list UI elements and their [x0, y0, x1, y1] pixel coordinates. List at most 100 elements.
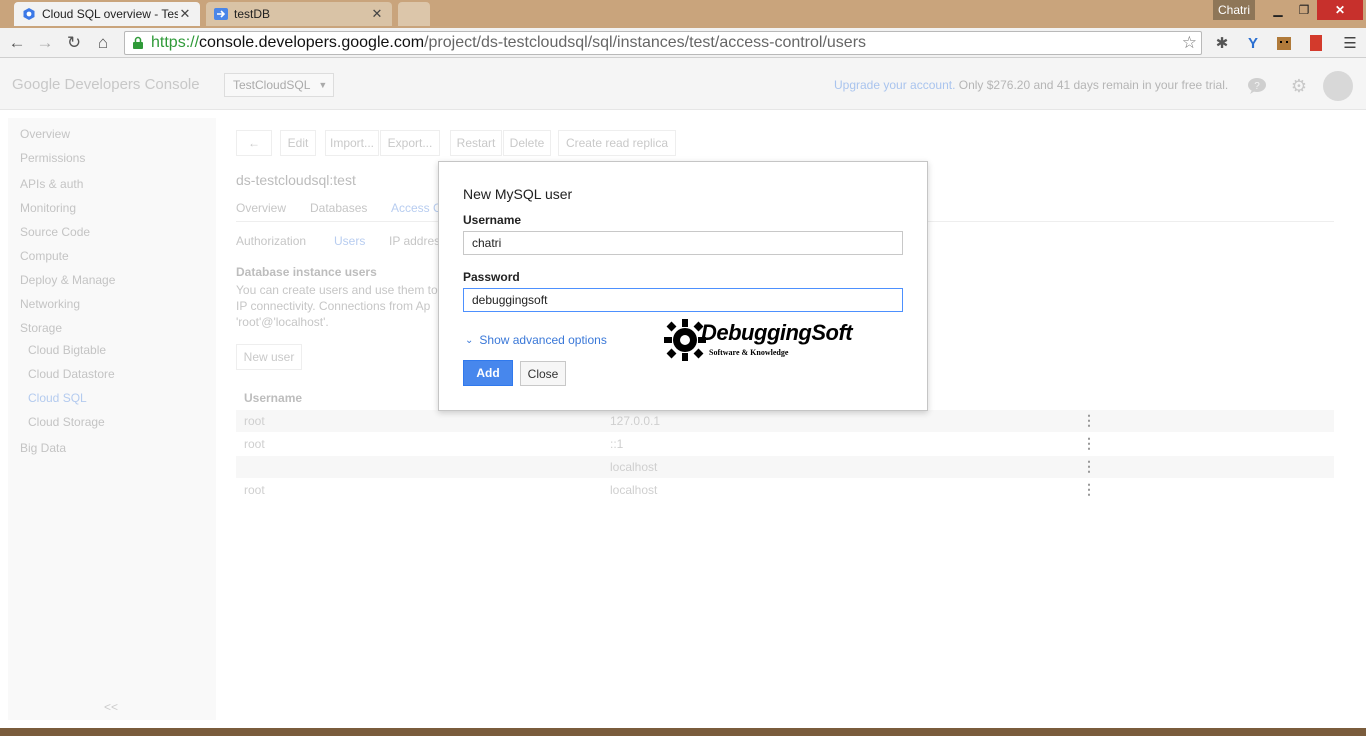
feedback-bubble-icon[interactable]: ? [1247, 76, 1267, 96]
subtab-users[interactable]: Users [334, 234, 365, 248]
upgrade-account-link[interactable]: Upgrade your account. [834, 78, 955, 92]
tab-testdb[interactable]: testDB ✕ [206, 2, 392, 26]
cell-username: root [244, 437, 265, 451]
table-row: root ::1 ⋮ [236, 433, 1334, 455]
console-header: Google Developers Console TestCloudSQL ▼… [0, 58, 1366, 110]
sidebar-nav: Overview Permissions APIs & auth Monitor… [8, 118, 216, 720]
advanced-options-label: Show advanced options [479, 333, 607, 347]
sidebar-item-storage[interactable]: Storage [20, 321, 62, 335]
restart-button[interactable]: Restart [450, 130, 502, 156]
sidebar-item-overview[interactable]: Overview [20, 127, 70, 141]
chevron-down-icon: ⌄ [465, 334, 474, 346]
os-taskbar [0, 728, 1366, 736]
console-brand[interactable]: Google Developers Console [12, 76, 200, 93]
export-button[interactable]: Export... [380, 130, 440, 156]
settings-gear-icon[interactable]: ⚙ [1289, 76, 1309, 96]
trial-remaining-text: Only $276.20 and 41 days remain in your … [955, 78, 1229, 92]
sidebar-item-cloud-storage[interactable]: Cloud Storage [28, 415, 105, 429]
show-advanced-options-link[interactable]: ⌄ Show advanced options [465, 333, 607, 347]
row-menu-icon[interactable]: ⋮ [1082, 435, 1096, 452]
lock-icon [131, 36, 145, 50]
sidebar-item-deploy-manage[interactable]: Deploy & Manage [20, 273, 115, 287]
close-tab-icon[interactable]: ✕ [370, 6, 384, 22]
close-tab-icon[interactable]: ✕ [178, 6, 192, 22]
subtab-authorization[interactable]: Authorization [236, 234, 306, 248]
book-extension-icon[interactable] [1306, 33, 1326, 53]
tab-cloud-sql-overview[interactable]: Cloud SQL overview - Test ✕ [14, 2, 200, 26]
section-desc-line: 'root'@'localhost'. [236, 315, 329, 329]
add-button[interactable]: Add [463, 360, 513, 386]
tab-overview[interactable]: Overview [236, 201, 286, 215]
bookmark-star-icon[interactable]: ☆ [1182, 33, 1197, 53]
address-bar[interactable]: https://console.developers.google.com/pr… [124, 31, 1202, 55]
collapse-sidebar-icon[interactable]: << [104, 700, 118, 714]
forward-arrow-icon[interactable]: → [34, 32, 56, 54]
cell-host: 127.0.0.1 [610, 414, 661, 428]
project-selector[interactable]: TestCloudSQL ▼ [224, 73, 334, 97]
instance-title: ds-testcloudsql:test [236, 172, 356, 188]
watermark-tagline: Software & Knowledge [709, 348, 789, 357]
back-button[interactable]: ← [236, 130, 272, 156]
cell-username: root [244, 414, 265, 428]
debuggingsoft-watermark: DebuggingSoft Software & Knowledge [663, 318, 853, 366]
new-mysql-user-dialog: New MySQL user Username Password ⌄ Show … [438, 161, 928, 411]
row-menu-icon[interactable]: ⋮ [1082, 412, 1096, 429]
browser-titlebar: Cloud SQL overview - Test ✕ testDB ✕ Cha… [0, 0, 1366, 28]
cell-host: localhost [610, 483, 658, 497]
row-menu-icon[interactable]: ⋮ [1082, 481, 1096, 498]
edit-button[interactable]: Edit [280, 130, 316, 156]
delete-button[interactable]: Delete [503, 130, 551, 156]
sidebar-item-permissions[interactable]: Permissions [20, 151, 85, 165]
url-path: /project/ds-testcloudsql/sql/instances/t… [424, 34, 867, 51]
cloud-hexagon-icon [22, 7, 36, 21]
sidebar-item-big-data[interactable]: Big Data [20, 441, 66, 455]
sidebar-item-compute[interactable]: Compute [20, 249, 69, 263]
username-label: Username [463, 213, 522, 227]
url-protocol: https:// [151, 34, 200, 51]
y-extension-icon[interactable]: Y [1243, 33, 1263, 53]
svg-text:?: ? [1254, 81, 1260, 92]
sidebar-item-cloud-sql[interactable]: Cloud SQL [28, 391, 87, 405]
home-icon[interactable]: ⌂ [92, 32, 114, 54]
close-button[interactable]: Close [520, 361, 566, 386]
new-tab-button[interactable] [398, 2, 430, 26]
watermark-name: DebuggingSoft [701, 320, 853, 345]
sidebar-item-apis-auth[interactable]: APIs & auth [20, 177, 83, 191]
sidebar-item-source-code[interactable]: Source Code [20, 225, 90, 239]
maximize-icon[interactable]: ❐ [1291, 0, 1317, 20]
close-window-icon[interactable]: ✕ [1317, 0, 1363, 20]
menu-hamburger-icon[interactable]: ☰ [1340, 33, 1360, 53]
create-read-replica-button[interactable]: Create read replica [558, 130, 676, 156]
table-row: localhost ⋮ [236, 456, 1334, 478]
back-arrow-icon[interactable]: ← [6, 32, 28, 54]
section-desc-line: You can create users and use them to [236, 283, 438, 297]
section-title: Database instance users [236, 265, 377, 279]
sidebar-item-networking[interactable]: Networking [20, 297, 80, 311]
new-user-button[interactable]: New user [236, 344, 302, 370]
profile-name-badge[interactable]: Chatri [1213, 0, 1255, 20]
trial-notice: Upgrade your account. Only $276.20 and 4… [834, 78, 1228, 92]
arrow-app-icon [214, 7, 228, 21]
cell-host: localhost [610, 460, 658, 474]
subtab-ip-address[interactable]: IP addres [389, 234, 440, 248]
sidebar-item-monitoring[interactable]: Monitoring [20, 201, 76, 215]
password-label: Password [463, 270, 520, 284]
section-desc-line: IP connectivity. Connections from Ap [236, 299, 431, 313]
tab-title: testDB [234, 7, 271, 21]
username-input[interactable] [463, 231, 903, 255]
column-header-username: Username [244, 391, 303, 405]
minimize-icon[interactable]: ▁ [1265, 0, 1291, 20]
sidebar-item-cloud-datastore[interactable]: Cloud Datastore [28, 367, 115, 381]
tab-databases[interactable]: Databases [310, 201, 367, 215]
avatar[interactable] [1323, 71, 1353, 101]
table-row: root localhost ⋮ [236, 479, 1334, 501]
import-button[interactable]: Import... [325, 130, 379, 156]
dialog-title: New MySQL user [463, 186, 573, 202]
face-extension-icon[interactable] [1274, 33, 1294, 53]
password-input[interactable] [463, 288, 903, 312]
puzzle-extension-icon[interactable]: ✱ [1212, 33, 1232, 53]
tab-access-control[interactable]: Access C [391, 201, 442, 215]
sidebar-item-cloud-bigtable[interactable]: Cloud Bigtable [28, 343, 106, 357]
row-menu-icon[interactable]: ⋮ [1082, 458, 1096, 475]
reload-icon[interactable]: ↻ [63, 32, 85, 54]
